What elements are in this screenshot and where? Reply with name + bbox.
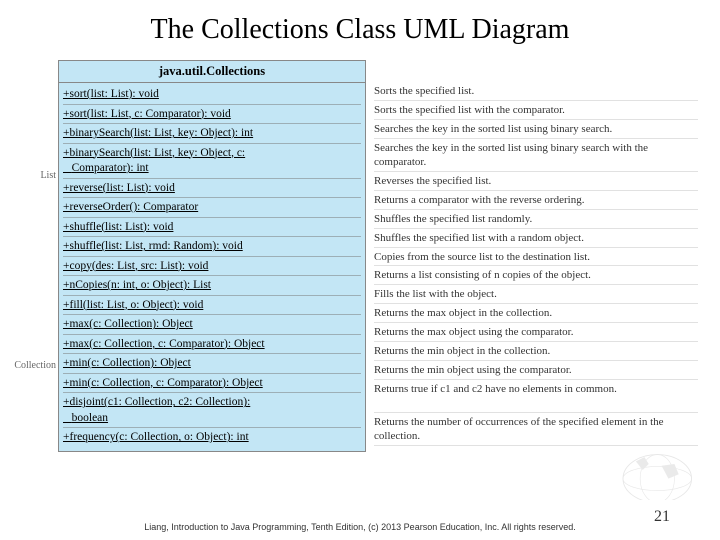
method-description: Sorts the specified list with the compar… bbox=[374, 101, 698, 120]
uml-method: +binarySearch(list: List, key: Object): … bbox=[63, 124, 361, 144]
copyright-footer: Liang, Introduction to Java Programming,… bbox=[0, 522, 720, 532]
method-description: Returns the max object in the collection… bbox=[374, 304, 698, 323]
uml-method: +shuffle(list: List, rmd: Random): void bbox=[63, 237, 361, 257]
method-descriptions: Sorts the specified list.Sorts the speci… bbox=[374, 60, 698, 452]
side-label: List bbox=[40, 170, 56, 181]
uml-diagram: java.util.Collections +sort(list: List):… bbox=[58, 60, 698, 452]
method-description: Shuffles the specified list with a rando… bbox=[374, 229, 698, 248]
method-description: Searches the key in the sorted list usin… bbox=[374, 139, 698, 173]
uml-method: +sort(list: List): void bbox=[63, 85, 361, 105]
method-description: Reverses the specified list. bbox=[374, 172, 698, 191]
side-label: Collection bbox=[14, 360, 56, 371]
method-description: Returns the max object using the compara… bbox=[374, 323, 698, 342]
uml-class-header: java.util.Collections bbox=[59, 61, 365, 83]
uml-method: +binarySearch(list: List, key: Object, c… bbox=[63, 144, 361, 179]
uml-method: +nCopies(n: int, o: Object): List bbox=[63, 276, 361, 296]
uml-class-box: java.util.Collections +sort(list: List):… bbox=[58, 60, 366, 452]
method-description: Shuffles the specified list randomly. bbox=[374, 210, 698, 229]
uml-method: +fill(list: List, o: Object): void bbox=[63, 296, 361, 316]
method-description: Returns true if c1 and c2 have no elemen… bbox=[374, 380, 698, 413]
uml-method: +max(c: Collection): Object bbox=[63, 315, 361, 335]
uml-method: +min(c: Collection): Object bbox=[63, 354, 361, 374]
method-description: Sorts the specified list. bbox=[374, 82, 698, 101]
method-description: Returns a list consisting of n copies of… bbox=[374, 266, 698, 285]
globe-watermark bbox=[608, 440, 698, 500]
method-description: Returns the min object using the compara… bbox=[374, 361, 698, 380]
method-description: Fills the list with the object. bbox=[374, 285, 698, 304]
uml-method: +max(c: Collection, c: Comparator): Obje… bbox=[63, 335, 361, 355]
uml-method: +disjoint(c1: Collection, c2: Collection… bbox=[63, 393, 361, 428]
uml-method: +sort(list: List, c: Comparator): void bbox=[63, 105, 361, 125]
method-description: Copies from the source list to the desti… bbox=[374, 248, 698, 267]
uml-method: +shuffle(list: List): void bbox=[63, 218, 361, 238]
method-description: Returns the min object in the collection… bbox=[374, 342, 698, 361]
method-description: Returns a comparator with the reverse or… bbox=[374, 191, 698, 210]
uml-method: +frequency(c: Collection, o: Object): in… bbox=[63, 428, 361, 447]
uml-method-list: +sort(list: List): void+sort(list: List,… bbox=[59, 83, 365, 451]
slide-title: The Collections Class UML Diagram bbox=[0, 0, 720, 56]
uml-method: +reverseOrder(): Comparator bbox=[63, 198, 361, 218]
method-description: Searches the key in the sorted list usin… bbox=[374, 120, 698, 139]
uml-method: +copy(des: List, src: List): void bbox=[63, 257, 361, 277]
uml-method: +reverse(list: List): void bbox=[63, 179, 361, 199]
page-number: 21 bbox=[654, 508, 670, 526]
uml-method: +min(c: Collection, c: Comparator): Obje… bbox=[63, 374, 361, 394]
